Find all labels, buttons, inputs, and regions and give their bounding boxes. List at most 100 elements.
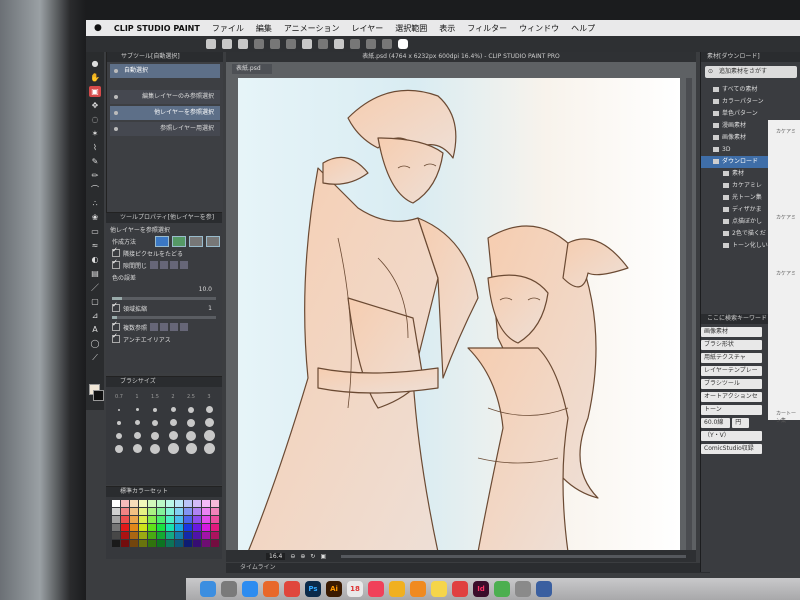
brush-size-label[interactable]: 3 (202, 391, 216, 402)
area-scaling-value[interactable]: 1 (208, 305, 222, 312)
tag-brush-shape[interactable]: ブラシ形状 (701, 340, 762, 350)
dock-app-icon[interactable]: 18 (347, 581, 363, 597)
new-icon[interactable] (206, 39, 216, 49)
brush-size-swatch[interactable] (112, 443, 126, 454)
color-margin-slider[interactable] (112, 297, 216, 300)
brush-size-swatch[interactable] (148, 430, 162, 441)
dock-app-icon[interactable]: Ps (305, 581, 321, 597)
dock-app-icon[interactable] (536, 581, 552, 597)
color-swatch[interactable] (175, 532, 183, 539)
gradient-tool-icon[interactable]: ▤ (89, 268, 101, 279)
menu-view[interactable]: 表示 (439, 23, 455, 34)
menu-animation[interactable]: アニメーション (284, 23, 340, 34)
color-swatch[interactable] (175, 500, 183, 507)
subtool-item-auto-select[interactable]: 自動選択 (110, 64, 220, 78)
zoom-tool-icon[interactable]: ● (89, 58, 101, 69)
fill-icon[interactable] (334, 39, 344, 49)
color-swatch[interactable] (193, 516, 201, 523)
selection-tool-icon[interactable]: ◌ (89, 114, 101, 125)
brush-size-label[interactable]: 1.5 (148, 391, 162, 402)
dock-app-icon[interactable] (263, 581, 279, 597)
transform-icon[interactable] (302, 39, 312, 49)
color-swatch[interactable] (193, 532, 201, 539)
material-tree-item[interactable]: カラーパターン (701, 96, 800, 108)
deselect-icon[interactable] (318, 39, 328, 49)
material-tree-item[interactable]: すべての素材 (701, 84, 800, 96)
reference-options[interactable] (150, 323, 189, 331)
checkbox[interactable] (112, 332, 120, 343)
tag-comicstudio[interactable]: ComicStudio収録 (701, 444, 762, 454)
subtool-item-reference-layer[interactable]: 参照レイヤー用選択 (110, 122, 220, 136)
brush-size-swatch[interactable] (148, 404, 162, 415)
tag-yv[interactable]: （Y・V） (701, 431, 762, 441)
menu-filter[interactable]: フィルター (467, 23, 507, 34)
color-swatch[interactable] (139, 516, 147, 523)
menu-window[interactable]: ウィンドウ (519, 23, 559, 34)
color-swatch[interactable] (184, 516, 192, 523)
correct-line-tool-icon[interactable]: ⟋ (89, 352, 101, 363)
color-swatch[interactable] (139, 540, 147, 547)
color-swatch[interactable] (166, 508, 174, 515)
color-swatch[interactable] (184, 532, 192, 539)
color-swatch[interactable] (121, 524, 129, 531)
tag-auto-action[interactable]: オートアクションセ (701, 392, 762, 402)
dock-app-icon[interactable]: Id (473, 581, 489, 597)
color-swatch[interactable] (112, 500, 120, 507)
color-swatch[interactable] (211, 516, 219, 523)
brush-size-swatch[interactable] (202, 430, 216, 441)
rotate-icon[interactable]: ↻ (310, 553, 315, 560)
color-swatch[interactable] (121, 516, 129, 523)
eyedropper-tool-icon[interactable]: ⌇ (89, 142, 101, 153)
color-swatch[interactable] (139, 500, 147, 507)
mode-add-selection-icon[interactable] (172, 235, 186, 247)
brush-size-swatch[interactable] (202, 417, 216, 428)
hand-tool-icon[interactable]: ✋ (89, 72, 101, 83)
color-swatch[interactable] (193, 540, 201, 547)
canvas[interactable] (238, 78, 680, 552)
color-swatch[interactable] (175, 516, 183, 523)
dock-app-icon[interactable] (452, 581, 468, 597)
move-tool-icon[interactable]: ✥ (89, 100, 101, 111)
operation-tool-icon[interactable]: ▣ (89, 86, 101, 97)
zoom-out-icon[interactable]: ⊖ (290, 553, 295, 560)
color-swatch[interactable] (148, 524, 156, 531)
tag-circle[interactable]: 円 (732, 418, 750, 428)
dock-app-icon[interactable] (431, 581, 447, 597)
color-swatch[interactable] (166, 524, 174, 531)
color-margin-value[interactable]: 10.0 (199, 286, 212, 293)
brush-size-swatch[interactable] (130, 417, 144, 428)
color-swatch[interactable] (157, 500, 165, 507)
color-swatch[interactable] (130, 532, 138, 539)
brush-size-swatch[interactable] (202, 443, 216, 454)
dock-app-icon[interactable] (368, 581, 384, 597)
prop-close-gap[interactable]: 隙間閉じ (106, 258, 222, 271)
brush-size-swatch[interactable] (184, 430, 198, 441)
color-swatch[interactable] (211, 500, 219, 507)
material-tree-item[interactable]: 単色パターン (701, 108, 800, 120)
color-swatch[interactable] (112, 540, 120, 547)
color-swatch[interactable] (166, 540, 174, 547)
brush-size-swatch[interactable] (166, 404, 180, 415)
menu-layer[interactable]: レイヤー (352, 23, 384, 34)
color-swatch[interactable] (139, 508, 147, 515)
color-swatch[interactable] (193, 500, 201, 507)
snap-icon[interactable] (350, 39, 360, 49)
prop-area-scaling[interactable]: 領域拡縮 1 (106, 301, 222, 314)
brush-size-swatch[interactable] (166, 417, 180, 428)
redo-icon[interactable] (270, 39, 280, 49)
brush-size-swatch[interactable] (130, 430, 144, 441)
zoom-in-icon[interactable]: ⊕ (300, 553, 305, 560)
menu-help[interactable]: ヘルプ (571, 23, 595, 34)
subtool-item-refer-other-layers[interactable]: 他レイヤーを参照選択 (110, 106, 220, 120)
brush-size-swatch[interactable] (166, 430, 180, 441)
brush-size-swatch[interactable] (112, 430, 126, 441)
color-swatch[interactable] (148, 540, 156, 547)
color-swatch[interactable] (193, 508, 201, 515)
brush-size-swatch[interactable] (112, 404, 126, 415)
color-swatch[interactable] (175, 524, 183, 531)
fit-icon[interactable]: ▣ (320, 553, 326, 560)
color-swatch[interactable] (112, 516, 120, 523)
brush-size-swatch[interactable] (184, 404, 198, 415)
frame-tool-icon[interactable]: ▢ (89, 296, 101, 307)
prop-multiple-reference[interactable]: 複数参照 (106, 320, 222, 333)
